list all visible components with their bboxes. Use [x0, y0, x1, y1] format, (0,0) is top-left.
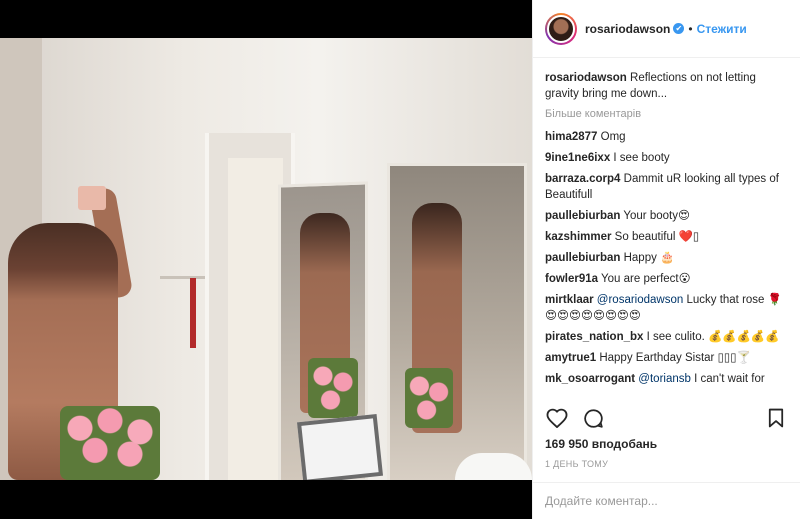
header-separator: •: [688, 21, 693, 36]
comment-item: mk_osoarrogant @toriansb I can't wait fo…: [545, 371, 788, 387]
comment-text: Omg: [597, 131, 626, 143]
like-button[interactable]: [545, 406, 569, 430]
comment-text: I see booty: [610, 152, 670, 164]
avatar[interactable]: [545, 12, 577, 45]
comment-item: kazshimmer So beautiful ❤️▯: [545, 229, 788, 245]
comment-item: 9ine1ne6ixx I see booty: [545, 150, 788, 166]
photo-door-inner: [228, 158, 283, 480]
comment-icon: [583, 408, 603, 428]
comment-button[interactable]: [581, 406, 605, 430]
post-actions: [545, 404, 788, 432]
photo-towel-bar: [160, 276, 205, 279]
post-timestamp[interactable]: 1 ДЕНЬ ТОМУ: [545, 459, 608, 469]
bookmark-icon: [768, 408, 784, 428]
follow-button[interactable]: Стежити: [697, 22, 747, 36]
photo-frame: [296, 413, 384, 480]
comment-text: You are perfect😮: [598, 273, 691, 285]
heart-icon: [546, 408, 568, 428]
photo-towel: [190, 278, 196, 348]
likes-count[interactable]: 169 950 вподобань: [545, 437, 657, 451]
comment-username[interactable]: 9ine1ne6ixx: [545, 152, 610, 164]
comment-username[interactable]: amytrue1: [545, 352, 596, 364]
comment-text: Happy 🎂: [620, 252, 675, 264]
comment-item: paullebiurban Your booty😍: [545, 208, 788, 224]
photo-roses: [60, 406, 160, 480]
post-photo-pane: [0, 0, 532, 519]
photo-phone: [78, 186, 106, 210]
post-header: rosariodawson ✔ • Стежити: [533, 0, 800, 58]
comment-mention[interactable]: @toriansb: [635, 373, 691, 385]
avatar-image: [547, 14, 575, 43]
load-more-comments-button[interactable]: Більше коментарів: [545, 108, 788, 120]
comment-username[interactable]: mk_osoarrogant: [545, 373, 635, 385]
verified-badge-icon: ✔: [673, 23, 685, 34]
comment-username[interactable]: hima2877: [545, 131, 597, 143]
photo-roses-reflection-2: [405, 368, 453, 428]
header-username[interactable]: rosariodawson: [585, 22, 670, 36]
comment-username[interactable]: barraza.corp4: [545, 173, 620, 185]
photo-roses-reflection-1: [308, 358, 358, 418]
comment-item: fowler91a You are perfect😮: [545, 271, 788, 287]
add-comment-section: [533, 482, 800, 519]
comment-mention[interactable]: @rosariodawson: [594, 294, 683, 306]
comment-item: mirtklaar @rosariodawson Lucky that rose…: [545, 292, 788, 324]
comment-username[interactable]: paullebiurban: [545, 210, 620, 222]
bookmark-button[interactable]: [764, 406, 788, 430]
comment-text: Happy Earthday Sistar ▯▯▯🍸: [596, 352, 751, 364]
comment-text: I can't wait for: [690, 373, 765, 385]
comments-list[interactable]: rosariodawson Reflections on not letting…: [545, 70, 788, 400]
post-photo[interactable]: [0, 38, 532, 480]
comment-item: hima2877 Omg: [545, 129, 788, 145]
comment-text: I see culito. 💰💰💰💰💰: [643, 331, 780, 343]
post-caption: rosariodawson Reflections on not letting…: [545, 70, 788, 102]
comment-username[interactable]: mirtklaar: [545, 294, 594, 306]
comment-item: paullebiurban Happy 🎂: [545, 250, 788, 266]
caption-username[interactable]: rosariodawson: [545, 72, 627, 84]
comment-username[interactable]: kazshimmer: [545, 231, 611, 243]
comment-item: pirates_nation_bx I see culito. 💰💰💰💰💰: [545, 329, 788, 345]
comment-username[interactable]: pirates_nation_bx: [545, 331, 643, 343]
comment-item: barraza.corp4 Dammit uR looking all type…: [545, 171, 788, 203]
add-comment-input[interactable]: [545, 494, 785, 508]
photo-sink: [455, 453, 532, 480]
comment-username[interactable]: fowler91a: [545, 273, 598, 285]
comment-text: Your booty😍: [620, 210, 690, 222]
comment-item: amytrue1 Happy Earthday Sistar ▯▯▯🍸: [545, 350, 788, 366]
comment-username[interactable]: paullebiurban: [545, 252, 620, 264]
post-sidebar: rosariodawson ✔ • Стежити rosariodawson …: [532, 0, 800, 519]
comment-text: So beautiful ❤️▯: [611, 231, 700, 243]
